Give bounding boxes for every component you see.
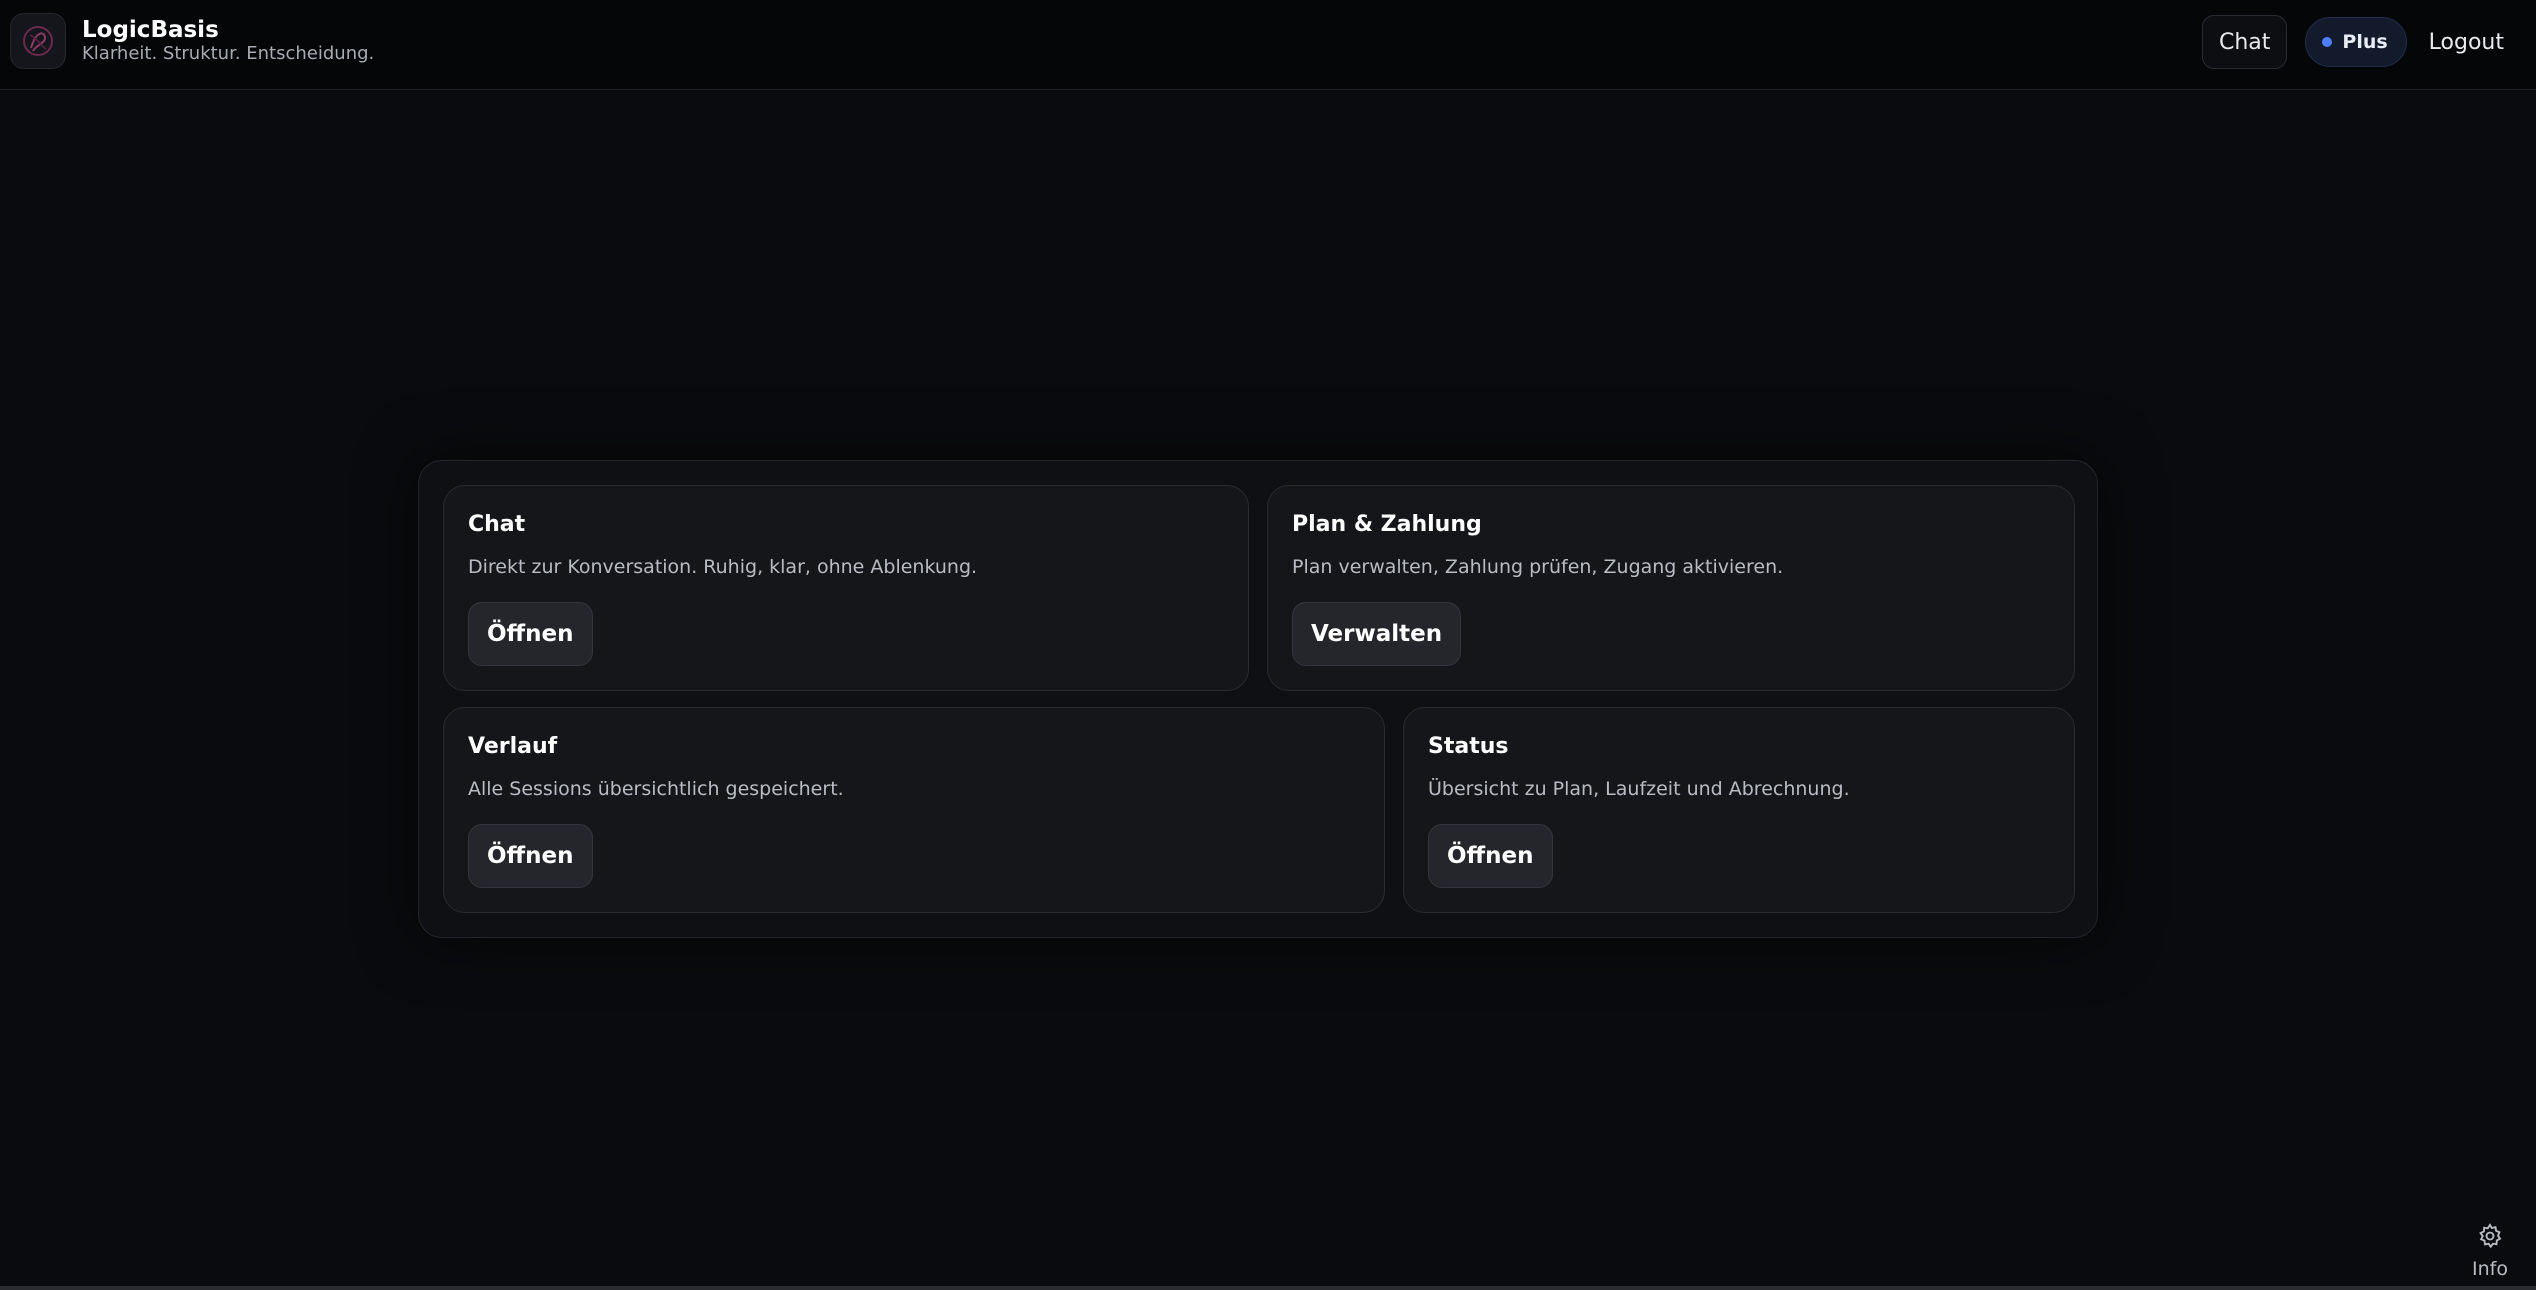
logo-icon bbox=[10, 13, 66, 69]
card-title: Plan & Zahlung bbox=[1292, 512, 1482, 537]
brand-tagline: Klarheit. Struktur. Entscheidung. bbox=[82, 43, 375, 64]
card-title: Chat bbox=[468, 512, 526, 537]
top-nav: Chat Plus Logout bbox=[2201, 15, 2508, 69]
dashboard-panel: Chat Direkt zur Konversation. Ruhig, kla… bbox=[418, 460, 2098, 938]
card-chat: Chat Direkt zur Konversation. Ruhig, kla… bbox=[443, 485, 1249, 691]
status-dot-icon bbox=[2322, 37, 2333, 47]
brand[interactable]: LogicBasis Klarheit. Struktur. Entscheid… bbox=[10, 13, 374, 69]
card-description: Direkt zur Konversation. Ruhig, klar, oh… bbox=[468, 556, 978, 578]
open-chat-button[interactable]: Öffnen bbox=[468, 602, 593, 666]
open-history-button[interactable]: Öffnen bbox=[468, 824, 593, 888]
top-bar: LogicBasis Klarheit. Struktur. Entscheid… bbox=[0, 0, 2536, 90]
plan-label: Plus bbox=[2342, 31, 2388, 53]
info-button[interactable]: Info bbox=[2460, 1222, 2520, 1280]
gear-icon bbox=[2479, 1223, 2502, 1249]
card-status: Status Übersicht zu Plan, Laufzeit und A… bbox=[1403, 707, 2075, 913]
info-label: Info bbox=[2472, 1258, 2508, 1280]
nav-chat-button[interactable]: Chat bbox=[2201, 15, 2288, 69]
bottom-divider bbox=[0, 1286, 2536, 1290]
card-history: Verlauf Alle Sessions übersichtlich gesp… bbox=[443, 707, 1385, 913]
logout-button[interactable]: Logout bbox=[2425, 30, 2508, 55]
open-status-button[interactable]: Öffnen bbox=[1428, 824, 1553, 888]
manage-plan-button[interactable]: Verwalten bbox=[1292, 602, 1462, 666]
brand-text: LogicBasis Klarheit. Struktur. Entscheid… bbox=[82, 17, 374, 65]
plan-badge[interactable]: Plus bbox=[2305, 17, 2407, 67]
card-title: Verlauf bbox=[468, 734, 558, 759]
card-plan-payment: Plan & Zahlung Plan verwalten, Zahlung p… bbox=[1267, 485, 2075, 691]
card-description: Plan verwalten, Zahlung prüfen, Zugang a… bbox=[1292, 556, 1784, 578]
brand-name: LogicBasis bbox=[82, 17, 219, 43]
card-description: Übersicht zu Plan, Laufzeit und Abrechnu… bbox=[1428, 778, 1850, 800]
card-description: Alle Sessions übersichtlich gespeichert. bbox=[468, 778, 844, 800]
card-title: Status bbox=[1428, 734, 1509, 759]
